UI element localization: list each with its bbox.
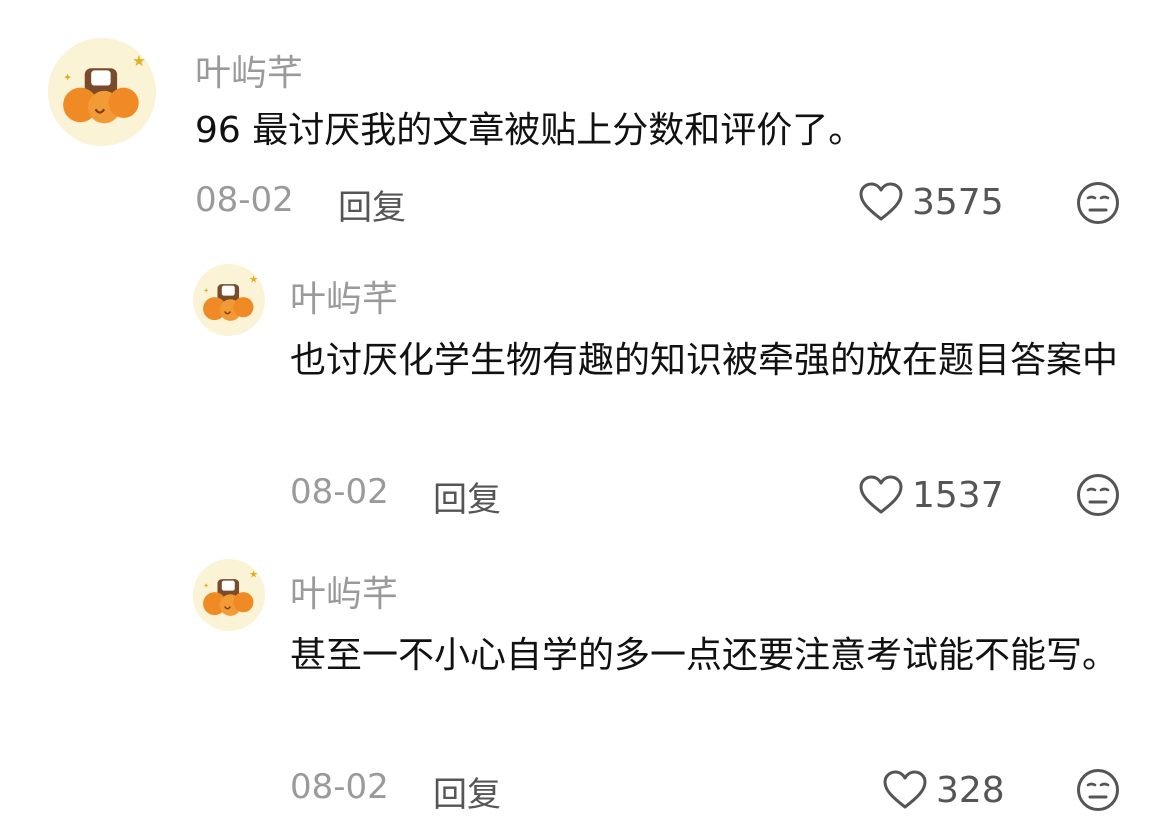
dislike-button[interactable] xyxy=(1076,768,1120,812)
meh-face-icon xyxy=(1077,769,1119,811)
svg-text:★: ★ xyxy=(132,52,146,70)
comment-text: 甚至一不小心自学的多一点还要注意考试能不能写。 xyxy=(290,635,1119,676)
comment-2: ★ ✦ 叶屿芊 也讨厌化学生物有趣的知识被牵强的放在题目答案中 08-02 回复… xyxy=(0,240,1170,530)
reply-button[interactable]: 回复 xyxy=(433,767,501,816)
heart-outline-icon xyxy=(859,475,903,514)
svg-text:★: ★ xyxy=(249,275,258,286)
svg-text:✦: ✦ xyxy=(63,71,72,84)
comment-text: 96 最讨厌我的文章被贴上分数和评价了。 xyxy=(195,110,865,151)
reply-button[interactable]: 回复 xyxy=(338,180,406,229)
comment-1: ★ ✦ 叶屿芊 96 最讨厌我的文章被贴上分数和评价了。 08-02 回复 35… xyxy=(0,0,1170,240)
dislike-button[interactable] xyxy=(1076,181,1120,225)
user-avatar[interactable]: ★ ✦ xyxy=(48,38,156,146)
heart-outline-icon xyxy=(859,182,903,221)
dislike-button[interactable] xyxy=(1076,473,1120,517)
like-button[interactable]: 1537 xyxy=(858,471,1004,519)
comment-date: 08-02 xyxy=(290,767,389,807)
comment-date: 08-02 xyxy=(290,472,389,512)
like-button[interactable]: 328 xyxy=(882,766,1005,814)
username[interactable]: 叶屿芊 xyxy=(290,565,398,617)
comment-date: 08-02 xyxy=(195,180,294,220)
comment-text: 也讨厌化学生物有趣的知识被牵强的放在题目答案中 xyxy=(290,340,1119,381)
comment-3: ★ ✦ 叶屿芊 甚至一不小心自学的多一点还要注意考试能不能写。 08-02 回复… xyxy=(0,535,1170,823)
username[interactable]: 叶屿芊 xyxy=(195,44,303,96)
svg-text:★: ★ xyxy=(249,570,258,581)
like-button[interactable]: 3575 xyxy=(858,178,1004,226)
reply-button[interactable]: 回复 xyxy=(433,472,501,521)
like-count: 328 xyxy=(936,769,1005,811)
like-count: 1537 xyxy=(912,474,1004,516)
heart-outline-icon xyxy=(883,770,927,809)
user-avatar[interactable]: ★ ✦ xyxy=(193,264,265,336)
svg-text:✦: ✦ xyxy=(203,581,209,590)
user-avatar[interactable]: ★ ✦ xyxy=(193,559,265,631)
username[interactable]: 叶屿芊 xyxy=(290,270,398,322)
meh-face-icon xyxy=(1077,182,1119,224)
meh-face-icon xyxy=(1077,474,1119,516)
svg-text:✦: ✦ xyxy=(203,286,209,295)
like-count: 3575 xyxy=(912,181,1004,223)
